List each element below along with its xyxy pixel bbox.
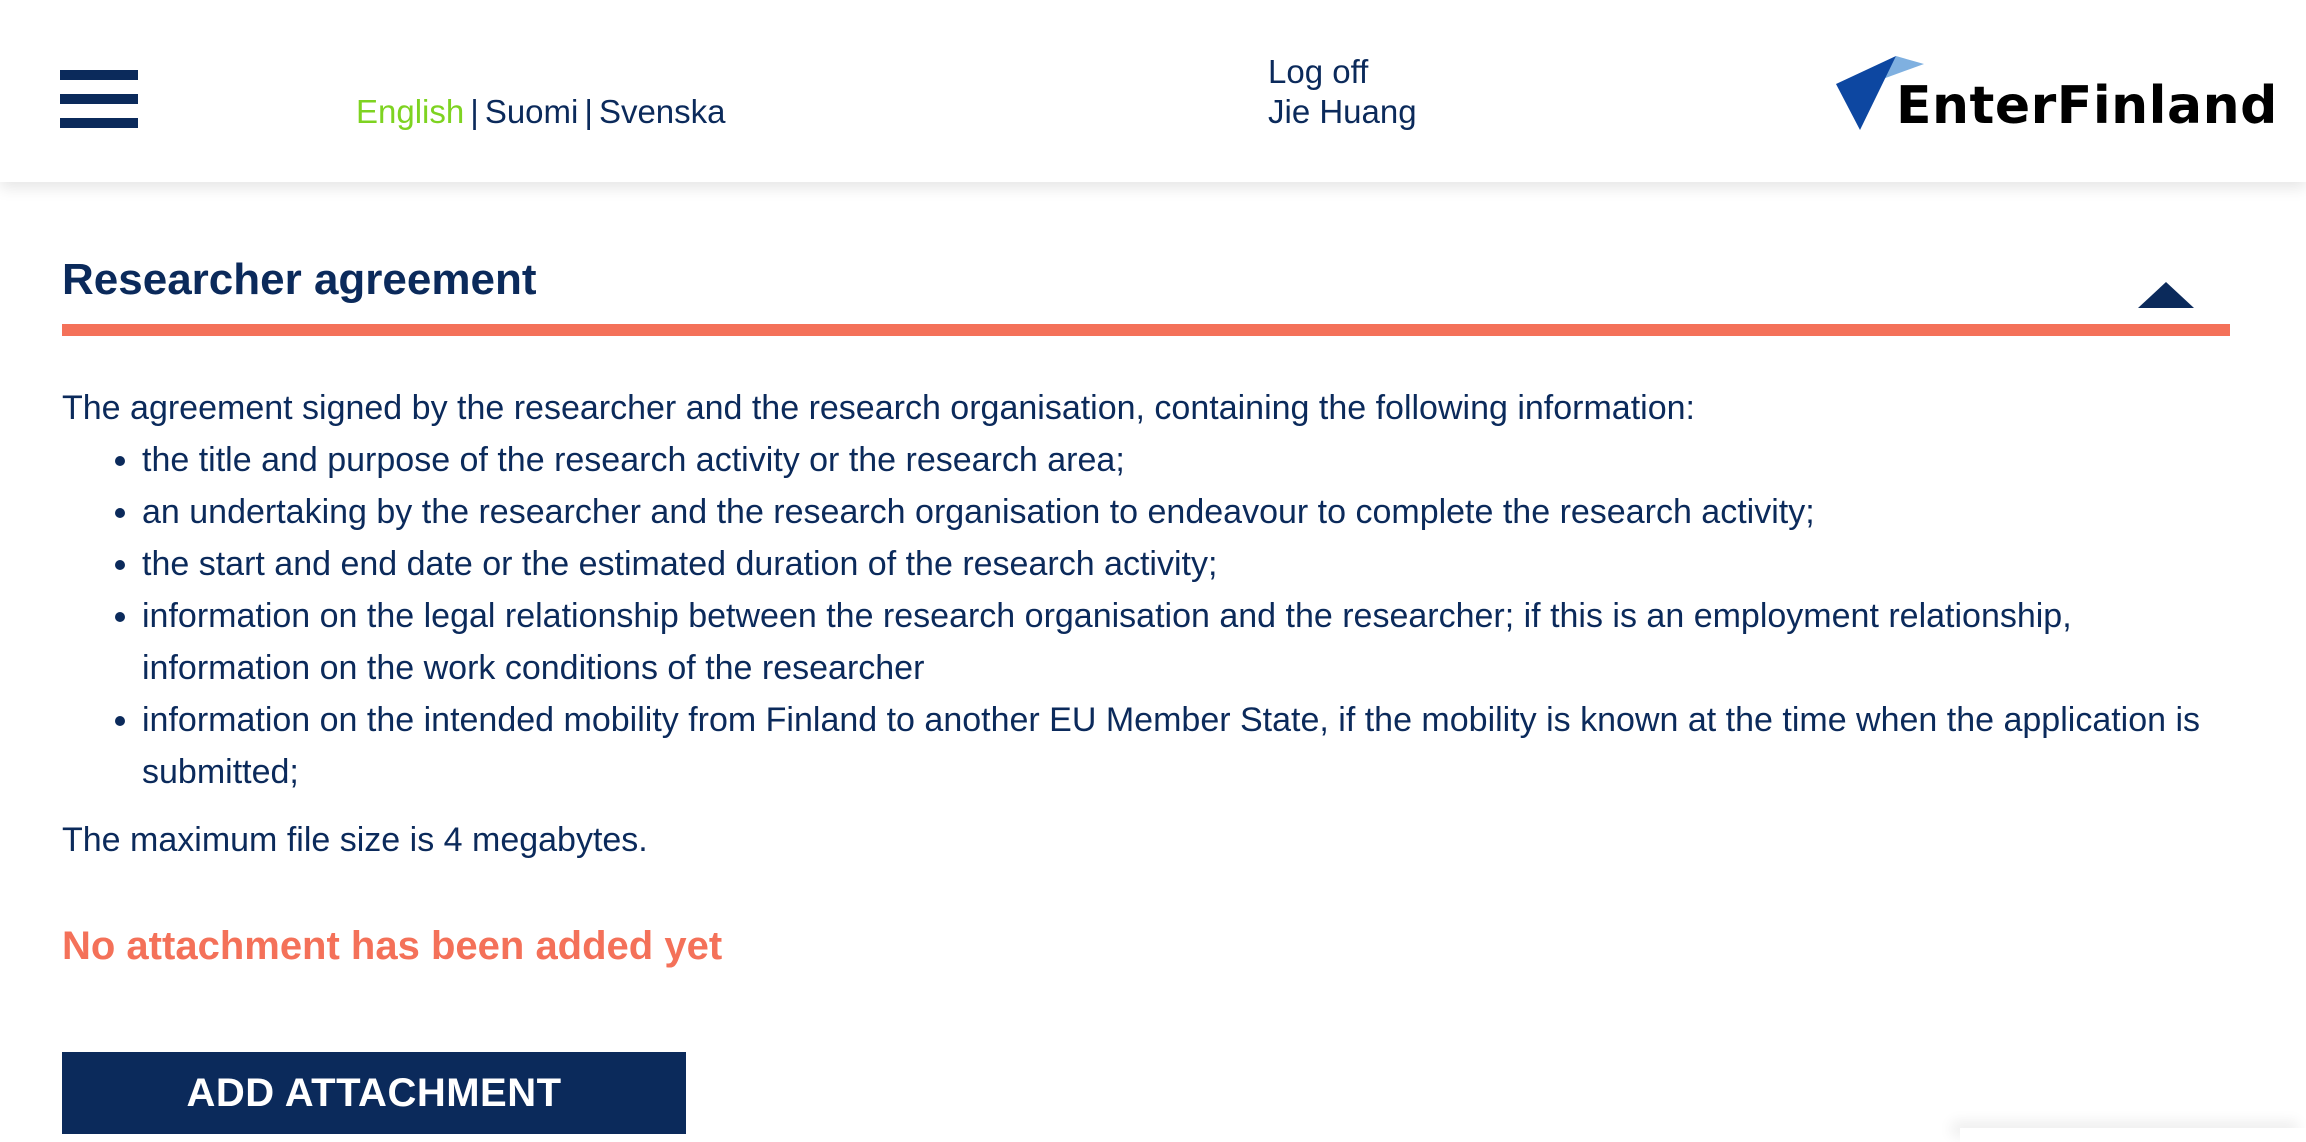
section-divider [62, 324, 2230, 336]
language-switcher: English | Suomi | Svenska [356, 92, 726, 132]
section-title: Researcher agreement [62, 255, 537, 304]
list-item: the title and purpose of the research ac… [142, 434, 2232, 486]
list-item: the start and end date or the estimated … [142, 538, 2232, 590]
no-attachment-message: No attachment has been added yet [62, 924, 723, 968]
list-item: information on the intended mobility fro… [142, 694, 2232, 798]
hamburger-menu-icon[interactable] [60, 70, 138, 128]
language-separator: | [470, 93, 479, 130]
list-item: an undertaking by the researcher and the… [142, 486, 2232, 538]
enterfinland-logo[interactable]: EnterFinland [1836, 54, 2277, 138]
language-suomi-link[interactable]: Suomi [485, 93, 579, 130]
language-separator: | [584, 93, 593, 130]
footer-edge [1960, 1128, 2306, 1142]
intro-text: The agreement signed by the researcher a… [62, 389, 1695, 427]
add-attachment-button[interactable]: ADD ATTACHMENT [62, 1052, 686, 1134]
triangle-up-icon[interactable] [2136, 280, 2196, 312]
logoff-link[interactable]: Log off [1268, 52, 1417, 92]
language-svenska-link[interactable]: Svenska [599, 93, 726, 130]
language-english-link[interactable]: English [356, 93, 464, 130]
site-header: English | Suomi | Svenska Log off Jie Huang … [0, 0, 2306, 182]
list-item: information on the legal relationship be… [142, 590, 2232, 694]
logo-text: EnterFinland [1896, 76, 2278, 136]
user-name: Jie Huang [1268, 93, 1417, 130]
max-file-size-text: The maximum file size is 4 megabytes. [62, 821, 648, 859]
requirements-list: the title and purpose of the research ac… [62, 434, 2232, 798]
section-description: The agreement signed by the researcher a… [62, 382, 2232, 866]
user-area: Log off Jie Huang [1268, 52, 1417, 132]
